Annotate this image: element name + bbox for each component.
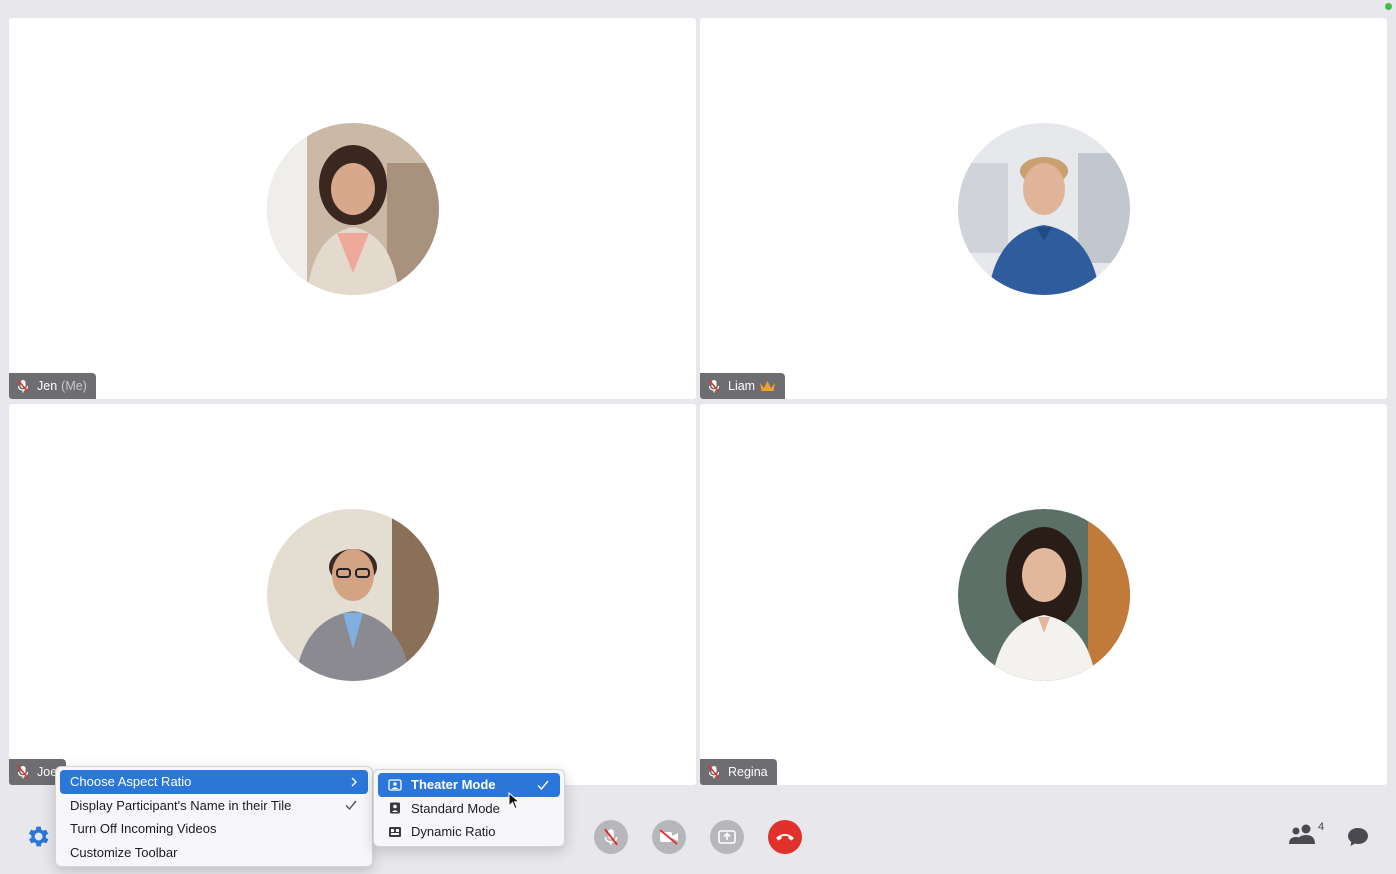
checkmark-icon xyxy=(537,780,549,790)
mic-muted-icon xyxy=(604,828,618,846)
menu-item-label: Choose Aspect Ratio xyxy=(70,774,192,790)
menu-item-theater-mode[interactable]: Theater Mode xyxy=(378,773,560,797)
video-tile-liam[interactable]: Liam xyxy=(700,18,1387,399)
participant-name: Jen xyxy=(37,379,58,393)
participant-name: Liam xyxy=(728,379,756,393)
share-screen-button[interactable] xyxy=(710,820,744,854)
avatar-joe xyxy=(266,508,439,681)
mute-button[interactable] xyxy=(594,820,628,854)
avatar-jen xyxy=(266,122,439,295)
connection-status-dot xyxy=(1385,3,1392,10)
participant-me-label: (Me) xyxy=(61,379,87,393)
menu-item-turn-off-incoming-videos[interactable]: Turn Off Incoming Videos xyxy=(60,817,368,841)
menu-item-label: Dynamic Ratio xyxy=(411,824,496,840)
mic-muted-icon xyxy=(17,765,29,779)
participants-icon xyxy=(1289,824,1315,844)
menu-item-customize-toolbar[interactable]: Customize Toolbar xyxy=(60,841,368,865)
settings-menu: Choose Aspect Ratio Display Participant'… xyxy=(55,766,373,867)
checkmark-icon xyxy=(345,800,357,811)
menu-item-standard-mode[interactable]: Standard Mode xyxy=(378,797,560,821)
menu-item-choose-aspect-ratio[interactable]: Choose Aspect Ratio xyxy=(60,770,368,794)
menu-item-display-name-in-tile[interactable]: Display Participant's Name in their Tile xyxy=(60,794,368,818)
name-tag: Liam xyxy=(700,373,786,399)
mouse-cursor-icon xyxy=(508,792,520,810)
participant-count: 4 xyxy=(1318,821,1325,833)
video-off-icon xyxy=(659,829,678,845)
settings-gear-icon[interactable] xyxy=(24,823,51,850)
name-tag: Jen (Me) xyxy=(9,373,96,399)
avatar-liam xyxy=(957,122,1130,295)
host-crown-icon xyxy=(760,381,776,391)
stop-video-button[interactable] xyxy=(652,820,686,854)
mic-muted-icon xyxy=(17,379,29,393)
menu-item-label: Standard Mode xyxy=(411,800,500,816)
menu-item-label: Theater Mode xyxy=(411,777,496,793)
video-tile-regina[interactable]: Regina xyxy=(700,404,1387,785)
name-tag: Regina xyxy=(700,759,777,785)
menu-item-label: Customize Toolbar xyxy=(70,844,178,860)
chevron-right-icon xyxy=(351,777,357,787)
standard-mode-icon xyxy=(390,802,400,814)
video-tile-jen[interactable]: Jen (Me) xyxy=(9,18,696,399)
participants-button[interactable]: 4 xyxy=(1288,821,1328,848)
avatar-regina xyxy=(957,508,1130,681)
mic-muted-icon xyxy=(708,765,720,779)
video-tile-joe[interactable]: Joe xyxy=(9,404,696,785)
dynamic-ratio-icon xyxy=(389,826,401,837)
menu-item-dynamic-ratio[interactable]: Dynamic Ratio xyxy=(378,820,560,844)
share-screen-icon xyxy=(718,830,736,844)
theater-mode-icon xyxy=(388,779,402,791)
hang-up-icon xyxy=(776,834,794,841)
chat-icon[interactable] xyxy=(1346,825,1370,849)
participant-name: Regina xyxy=(728,765,768,779)
mic-muted-icon xyxy=(708,379,720,393)
end-call-button[interactable] xyxy=(768,820,802,854)
menu-item-label: Display Participant's Name in their Tile xyxy=(70,797,292,813)
menu-item-label: Turn Off Incoming Videos xyxy=(70,821,217,837)
aspect-ratio-submenu: Theater Mode Standard Mode Dynamic Ratio xyxy=(373,769,565,847)
